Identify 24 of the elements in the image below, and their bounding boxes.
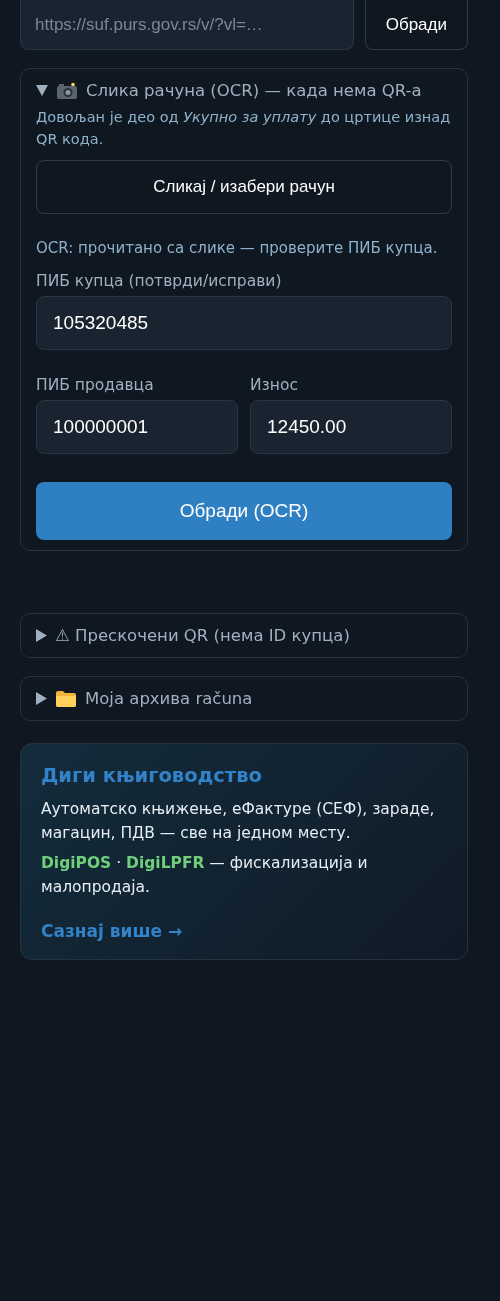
pick-photo-button[interactable]: Сликај / изабери рачун [36, 160, 452, 214]
collapse-triangle-icon[interactable] [36, 85, 48, 96]
promo-text: Аутоматско књижење, еФактуре (СЕФ), зараде, магацин, ПДВ — све на једном месту. [41, 799, 436, 844]
field-label: Износ [250, 376, 299, 394]
expand-triangle-icon[interactable] [36, 629, 47, 642]
folder-icon [55, 689, 77, 708]
field-label: ПИБ продавца [36, 376, 155, 394]
section-title[interactable]: Моја архива računa [85, 689, 253, 708]
url-field[interactable]: https://suf.purs.gov.rs/v/?vl=… [20, 0, 354, 50]
expand-triangle-icon[interactable] [36, 692, 47, 705]
ocr-status-text: OCR: прочитано са слике — проверите ПИБ купца. [36, 238, 439, 259]
amount-field[interactable]: 12450.00 [250, 400, 452, 454]
process-button[interactable]: Обради [364, 0, 468, 50]
seller-pib-field[interactable]: 100000001 [36, 400, 238, 454]
promo-title: Диги књиговодство [41, 764, 263, 787]
buyer-pib-field[interactable]: 105320485 [36, 296, 452, 350]
field-label: ПИБ купца (потврди/исправи) [36, 272, 283, 290]
promo-products-text: DigiPOS · DigiLPFR — фискализација и малопродаја. [41, 853, 369, 898]
process-ocr-button[interactable]: Обради (OCR) [36, 482, 452, 540]
section-title[interactable]: Слика рачуна (OCR) — када нема QR-a [86, 81, 422, 100]
learn-more-link[interactable]: Сазнај више → [41, 921, 183, 941]
section-title[interactable]: ⚠ Прескочени QR (нема ID купца) [55, 626, 350, 645]
hint-text: Довољан је део од Укупно за уплату до цртице изнад QR кода. [36, 108, 452, 149]
camera-icon [56, 81, 78, 100]
